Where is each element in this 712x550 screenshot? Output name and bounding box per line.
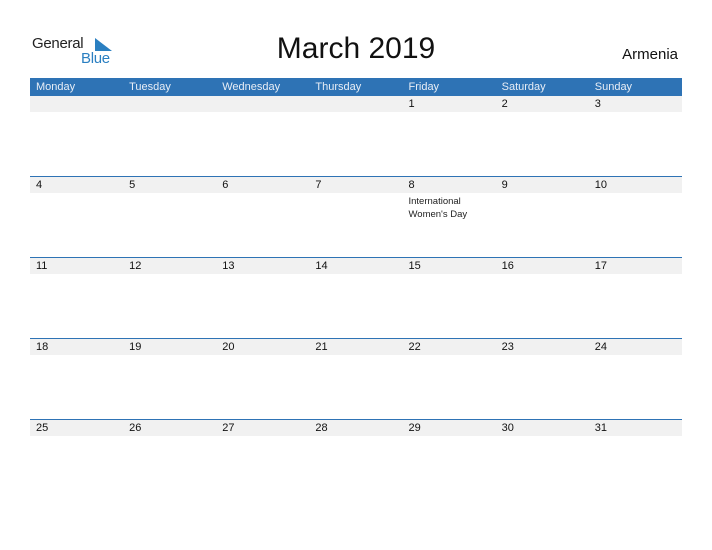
day-cell: 27: [216, 420, 309, 501]
day-cell: 26: [123, 420, 216, 501]
day-number: 3: [594, 98, 601, 110]
day-cell: 1: [403, 96, 496, 177]
day-cell: 18: [30, 339, 123, 420]
day-cell: 31: [589, 420, 682, 501]
day-cell: [30, 96, 123, 177]
day-number: 17: [594, 260, 607, 272]
day-number: 6: [222, 179, 229, 191]
day-cell: 5: [123, 177, 216, 258]
day-number: 16: [501, 260, 514, 272]
day-cell: 15: [403, 258, 496, 339]
day-number: 23: [501, 341, 514, 353]
day-number: 20: [222, 341, 235, 353]
day-number: 27: [222, 422, 235, 434]
weekday-wednesday: Wednesday: [222, 81, 281, 93]
day-number: 14: [315, 260, 328, 272]
week-row: 11 12 13 14 15 16 17: [30, 257, 682, 339]
day-number: 29: [408, 422, 421, 434]
day-cell: 9: [496, 177, 589, 258]
day-cell: 24: [589, 339, 682, 420]
day-cell: [123, 96, 216, 177]
weekday-friday: Friday: [408, 81, 440, 93]
weekday-saturday: Saturday: [501, 81, 546, 93]
day-number: 12: [129, 260, 142, 272]
holiday-label: International Women's Day: [408, 196, 468, 220]
day-cell: [216, 96, 309, 177]
day-cell: 13: [216, 258, 309, 339]
day-cell: 23: [496, 339, 589, 420]
day-number: 19: [129, 341, 142, 353]
day-number: 5: [129, 179, 136, 191]
day-number: 10: [594, 179, 607, 191]
day-cell: 28: [309, 420, 402, 501]
day-cell: 17: [589, 258, 682, 339]
day-cell: 30: [496, 420, 589, 501]
day-cell: 10: [589, 177, 682, 258]
day-cell: 4: [30, 177, 123, 258]
day-number: 22: [408, 341, 421, 353]
weekday-thursday: Thursday: [315, 81, 362, 93]
day-number: 28: [315, 422, 328, 434]
day-number: 13: [222, 260, 235, 272]
day-cell: 29: [403, 420, 496, 501]
day-cell: 16: [496, 258, 589, 339]
day-number: 30: [501, 422, 514, 434]
day-cell: 20: [216, 339, 309, 420]
week-row: 4 5 6 7 8 International Women's Day 9 10: [30, 176, 682, 258]
calendar-title: March 2019: [276, 32, 436, 65]
day-number: 25: [36, 422, 49, 434]
day-number: 24: [594, 341, 607, 353]
day-cell: 11: [30, 258, 123, 339]
day-number: 26: [129, 422, 142, 434]
day-number: 21: [315, 341, 328, 353]
day-cell: 22: [403, 339, 496, 420]
day-number: 7: [315, 179, 322, 191]
day-cell: 8 International Women's Day: [403, 177, 496, 258]
week-row: 25 26 27 28 29 30 31: [30, 419, 682, 501]
weekday-sunday: Sunday: [594, 81, 633, 93]
week-row: 18 19 20 21 22 23 24: [30, 338, 682, 420]
day-cell: 3: [589, 96, 682, 177]
day-cell: [309, 96, 402, 177]
weekday-tuesday: Tuesday: [129, 81, 171, 93]
day-number: 11: [36, 260, 48, 272]
day-number: 9: [501, 179, 508, 191]
day-number: 4: [36, 179, 43, 191]
weekday-header: Monday Tuesday Wednesday Thursday Friday…: [30, 78, 682, 96]
day-number: 8: [408, 179, 415, 191]
day-number: 2: [501, 98, 508, 110]
day-cell: 12: [123, 258, 216, 339]
day-number: 31: [594, 422, 607, 434]
day-cell: 6: [216, 177, 309, 258]
day-cell: 7: [309, 177, 402, 258]
country-label: Armenia: [622, 46, 678, 63]
day-cell: 21: [309, 339, 402, 420]
day-cell: 14: [309, 258, 402, 339]
day-number: 18: [36, 341, 49, 353]
day-cell: 25: [30, 420, 123, 501]
weekday-monday: Monday: [36, 81, 76, 93]
week-row: 1 2 3: [30, 96, 682, 177]
day-number: 1: [408, 98, 415, 110]
day-cell: 19: [123, 339, 216, 420]
day-cell: 2: [496, 96, 589, 177]
day-number: 15: [408, 260, 421, 272]
